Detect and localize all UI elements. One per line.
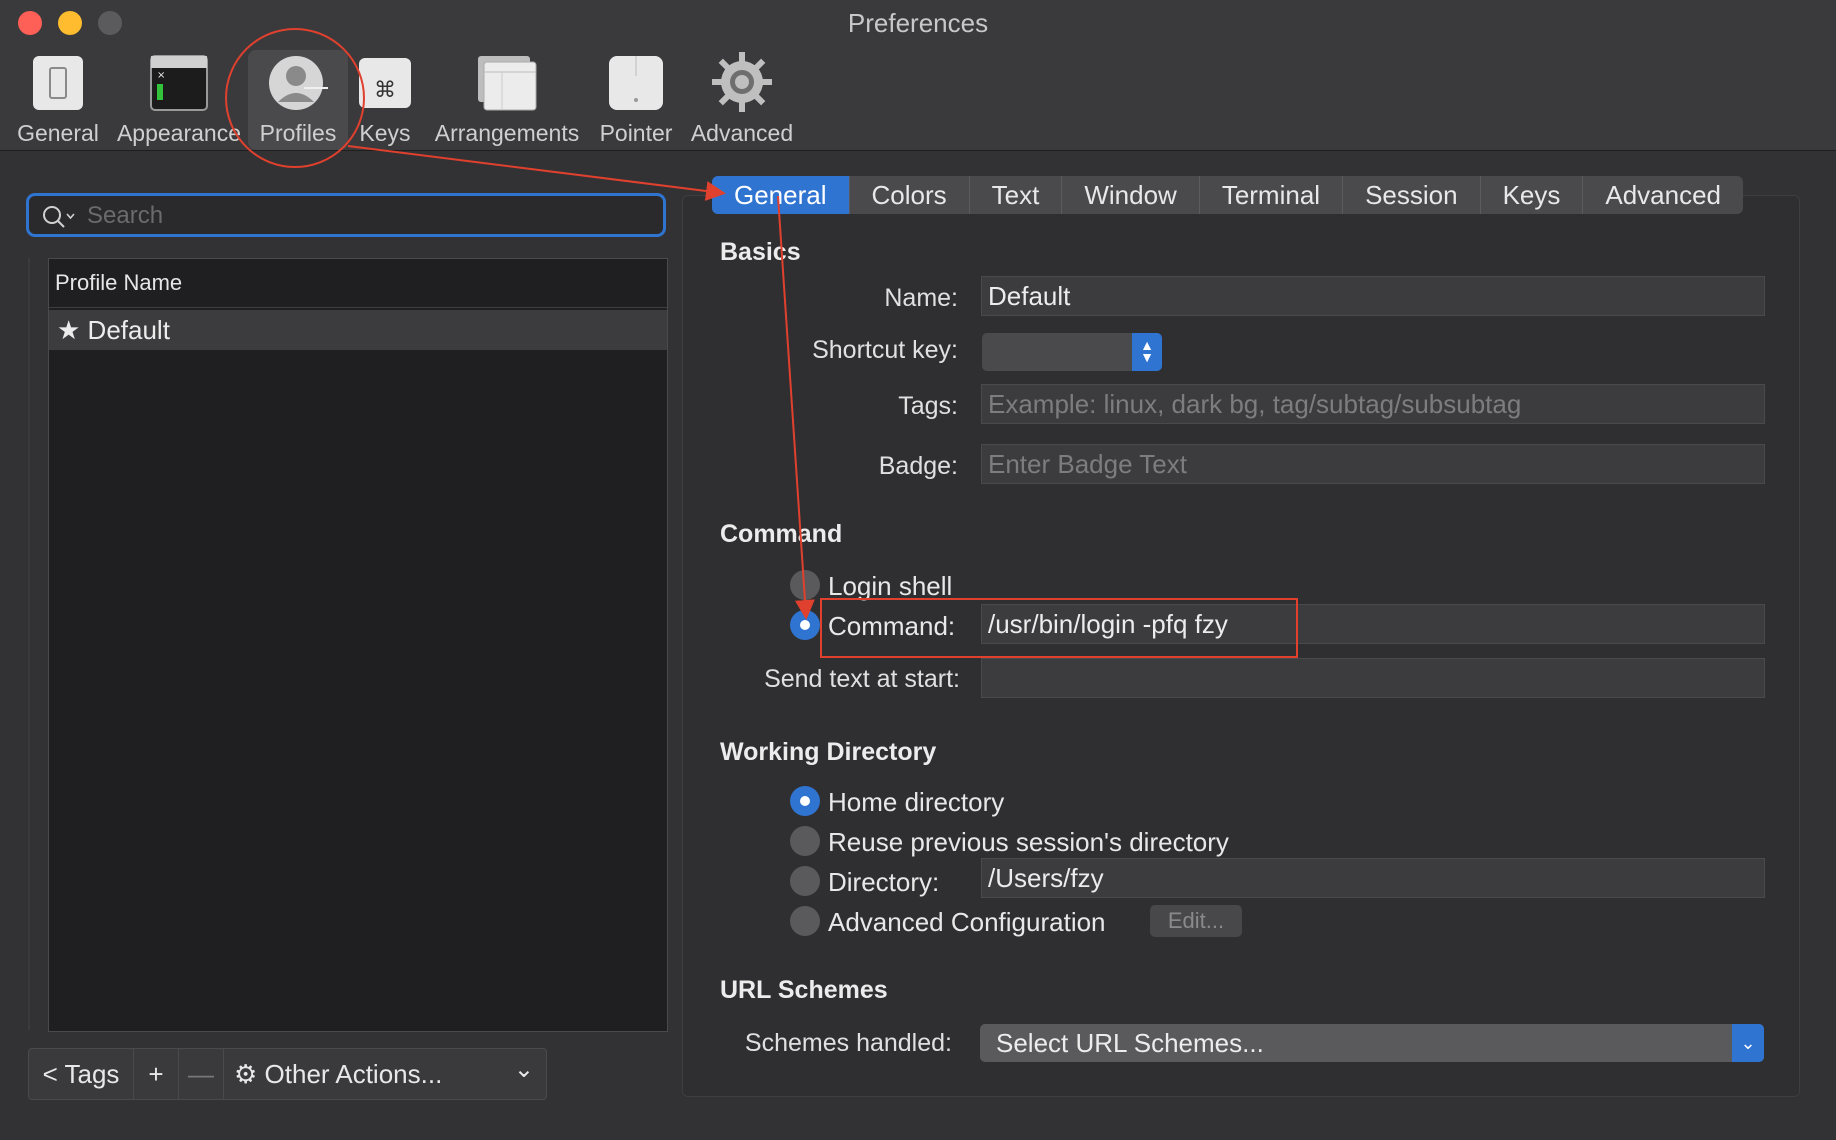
- preferences-window: Preferences General × Appearance Profile…: [0, 0, 1836, 1140]
- annotation-arrows: [347, 145, 815, 620]
